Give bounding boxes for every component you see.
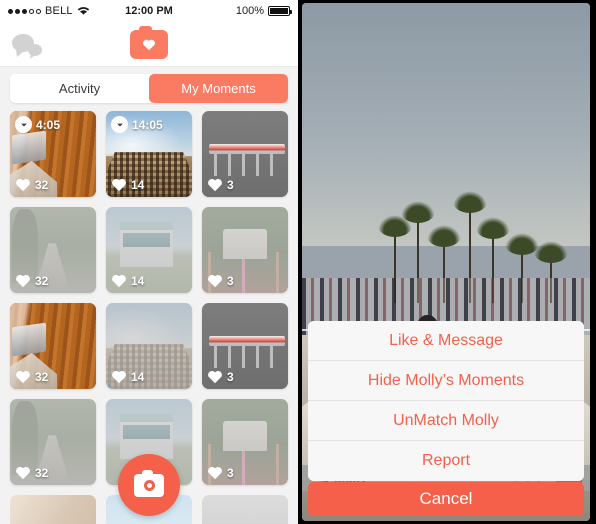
moment-thumbnail [202,495,288,524]
action-like-and-message[interactable]: Like & Message [308,321,584,361]
carrier-label: BELL [45,5,73,17]
heart-icon [112,370,126,384]
clock-icon [111,116,128,133]
like-badge: 32 [15,369,48,384]
timer-label: 14:05 [132,117,163,132]
like-count: 14 [131,177,145,192]
action-hide-moments[interactable]: Hide Molly’s Moments [308,361,584,401]
like-count: 3 [227,465,234,480]
status-bar: BELL 12:00 PM 100% [0,0,298,22]
heart-icon [112,178,126,192]
chat-bubbles-icon[interactable] [8,30,48,60]
camera-heart-logo-icon[interactable] [130,25,168,59]
tab-bar-container: Activity My Moments [0,67,298,111]
heart-icon [208,466,222,480]
timer-label: 4:05 [36,117,61,132]
left-phone-panel: BELL 12:00 PM 100% Activity My Moments 4… [0,0,298,524]
like-count: 3 [227,273,234,288]
moment-thumbnail [10,495,96,524]
like-badge: 32 [15,177,48,192]
moment-tile[interactable]: 4:05 32 [10,111,96,197]
camera-icon [134,469,164,497]
timer-badge: 4:05 [15,116,60,133]
moment-tile[interactable]: 14:05 14 [106,111,192,197]
like-count: 3 [227,177,234,192]
like-count: 14 [131,273,145,288]
status-bar-right: 100% [235,5,292,17]
like-badge: 14 [111,177,144,192]
like-badge: 14 [111,273,144,288]
heart-icon [208,274,222,288]
moment-tile[interactable]: 3 [202,111,288,197]
like-count: 32 [35,369,49,384]
battery-percent-label: 100% [235,5,264,17]
segmented-control: Activity My Moments [10,74,288,103]
like-badge: 3 [207,177,234,192]
action-unmatch[interactable]: UnMatch Molly [308,401,584,441]
moment-tile[interactable] [202,495,288,524]
app-root: BELL 12:00 PM 100% Activity My Moments 4… [0,0,596,524]
like-count: 14 [131,369,145,384]
camera-fab-button[interactable] [118,454,180,516]
moment-tile[interactable]: 14 [106,207,192,293]
action-sheet: Like & Message Hide Molly’s Moments UnMa… [308,321,584,481]
heart-icon [16,178,30,192]
battery-icon [268,6,292,16]
like-badge: 3 [207,273,234,288]
heart-icon [16,274,30,288]
moment-tile[interactable]: 3 [202,303,288,389]
cancel-button[interactable]: Cancel [308,482,584,516]
right-phone-panel: Molly Like & Message Hide Molly’s Moment… [298,0,596,524]
like-count: 32 [35,465,49,480]
app-navbar [0,22,298,67]
tab-my-moments[interactable]: My Moments [149,74,288,103]
phone-screen: Molly Like & Message Hide Molly’s Moment… [302,3,590,521]
moment-tile[interactable]: 32 [10,303,96,389]
moment-tile[interactable]: 14 [106,303,192,389]
moment-tile[interactable]: 32 [10,399,96,485]
like-badge: 3 [207,465,234,480]
like-count: 32 [35,177,49,192]
like-badge: 3 [207,369,234,384]
camera-lens-icon [143,479,155,491]
wifi-icon [77,6,90,16]
like-badge: 32 [15,465,48,480]
moment-tile[interactable]: 3 [202,207,288,293]
like-count: 32 [35,273,49,288]
like-count: 3 [227,369,234,384]
heart-icon [16,370,30,384]
heart-icon [208,178,222,192]
moment-tile[interactable]: 3 [202,399,288,485]
clock-icon [15,116,32,133]
heart-icon [112,274,126,288]
moment-tile[interactable] [10,495,96,524]
timer-badge: 14:05 [111,116,163,133]
moment-tile[interactable]: 32 [10,207,96,293]
heart-icon [16,466,30,480]
signal-strength-icon [8,8,41,14]
like-badge: 32 [15,273,48,288]
status-bar-left: BELL [8,5,90,17]
like-badge: 14 [111,369,144,384]
heart-icon [208,370,222,384]
tab-activity[interactable]: Activity [10,74,149,103]
action-report[interactable]: Report [308,441,584,481]
